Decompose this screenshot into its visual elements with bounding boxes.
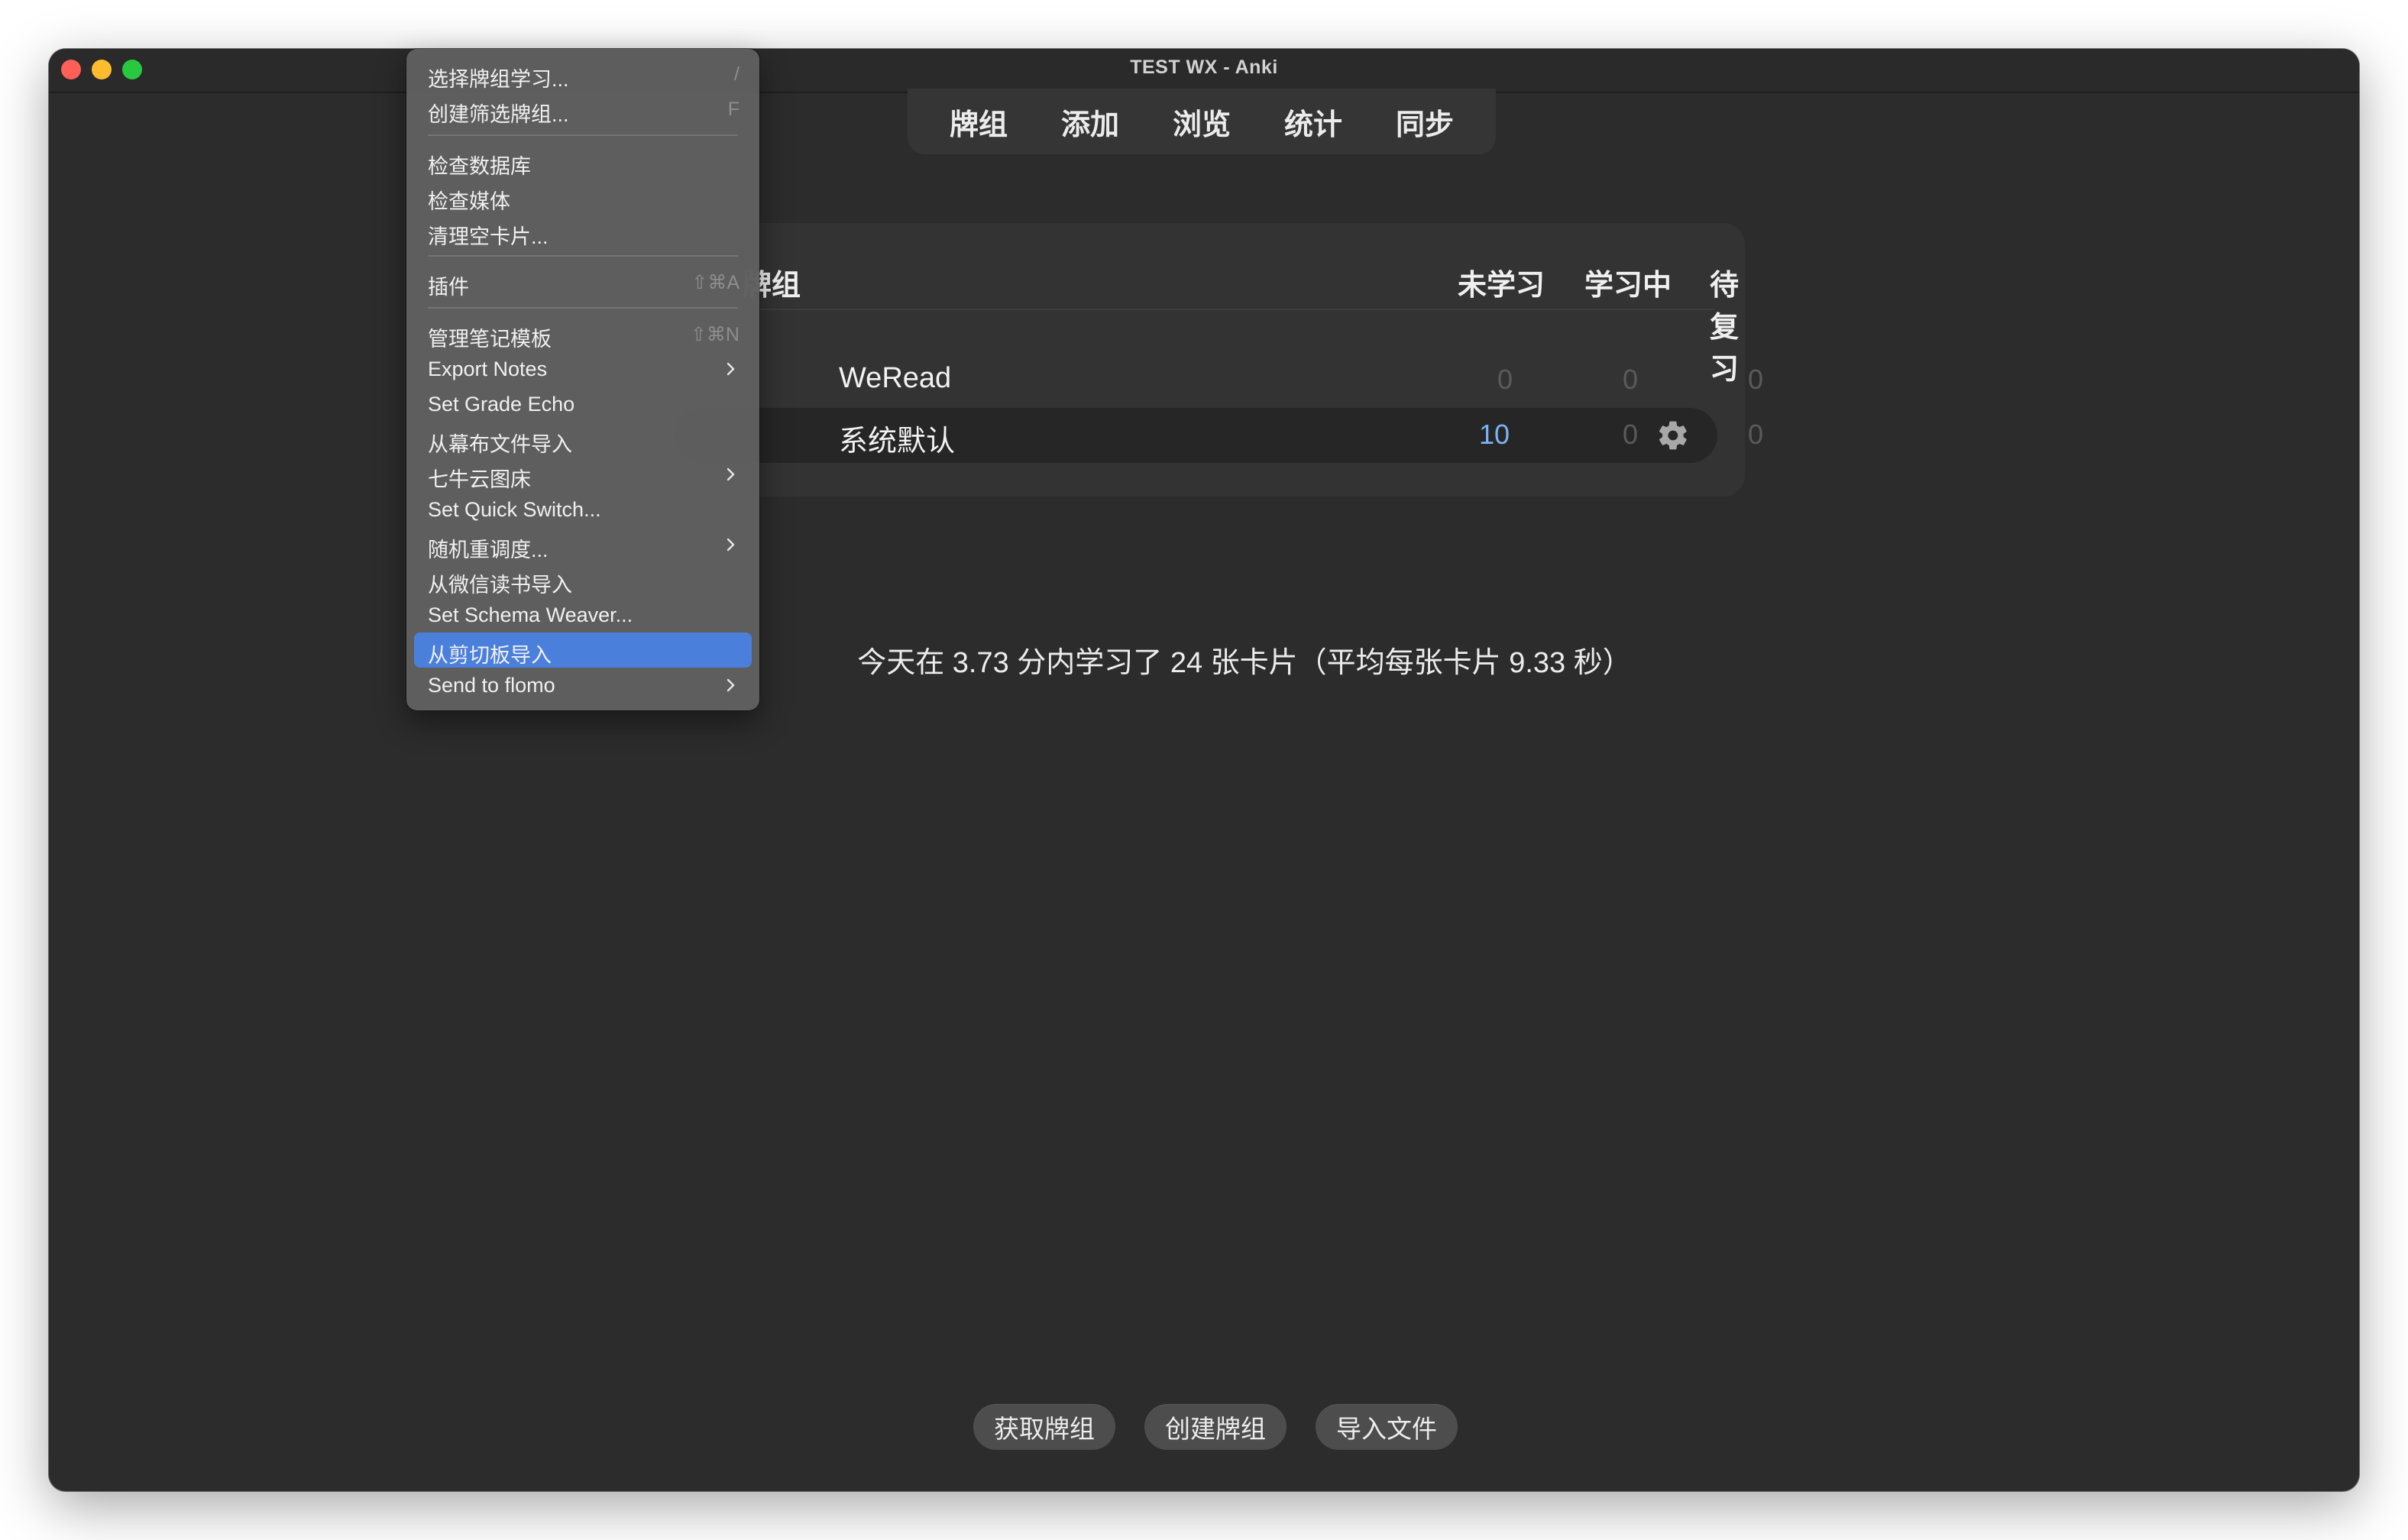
menu-item-study-deck[interactable]: 选择牌组学习... / [414,57,752,92]
due-count: 0 [1747,419,1764,450]
due-count: 0 [1747,364,1764,395]
deck-row-weread[interactable]: WeRead 0 0 0 [674,353,1763,408]
toolbar-decks[interactable]: 牌组 [950,101,1008,143]
title-bar: TEST WX - Anki [49,49,2359,93]
learning-count: 0 [1622,419,1639,450]
menu-item-qiniu-image-host[interactable]: 七牛云图床 [414,457,752,492]
deck-row-default[interactable]: 系统默认 10 0 0 [674,408,1763,463]
shortcut-label: ⇧⌘N [690,324,740,345]
get-shared-deck-button[interactable]: 获取牌组 [973,1404,1115,1450]
chevron-right-icon [727,467,735,481]
toolbar-browse[interactable]: 浏览 [1173,101,1231,143]
menu-item-set-quick-switch[interactable]: Set Quick Switch... [414,492,752,527]
menu-item-check-database[interactable]: 检查数据库 [414,144,752,179]
deck-name[interactable]: WeRead [839,362,951,395]
menu-item-export-notes[interactable]: Export Notes [414,351,752,387]
deck-name[interactable]: 系统默认 [839,417,955,459]
menu-item-check-media[interactable]: 检查媒体 [414,179,752,214]
menu-item-import-weread[interactable]: 从微信读书导入 [414,562,752,597]
menu-separator [428,134,738,136]
new-count: 10 [1478,419,1510,450]
shortcut-label: ⇧⌘A [691,272,740,293]
new-column-header: 未学习 [1458,270,1545,302]
menu-item-manage-note-types[interactable]: 管理笔记模板 ⇧⌘N [414,316,752,351]
menu-item-create-filtered-deck[interactable]: 创建筛选牌组... F [414,92,752,127]
menu-item-addons[interactable]: 插件 ⇧⌘A [414,264,752,299]
menu-item-import-clipboard[interactable]: 从剪切板导入 [414,632,752,668]
new-count: 0 [1497,364,1513,395]
toolbar-sync[interactable]: 同步 [1396,101,1454,143]
menu-separator [428,307,738,309]
tools-dropdown-menu: 选择牌组学习... / 创建筛选牌组... F 检查数据库 检查媒体 清理空卡片… [406,49,759,710]
menu-item-send-to-flomo[interactable]: Send to flomo [414,668,752,703]
shortcut-label: / [734,63,740,85]
chevron-right-icon [727,538,735,552]
shortcut-label: F [727,99,740,120]
main-toolbar: 牌组 添加 浏览 统计 同步 [908,89,1496,154]
menu-separator [428,255,738,257]
anki-window: TEST WX - Anki 牌组 添加 浏览 统计 同步 牌组 未学习 学习中… [49,49,2359,1491]
window-title: TEST WX - Anki [1130,57,1278,78]
menu-item-set-schema-weaver[interactable]: Set Schema Weaver... [414,597,752,632]
menu-item-import-mubu[interactable]: 从幕布文件导入 [414,422,752,457]
create-deck-button[interactable]: 创建牌组 [1144,1404,1287,1450]
learning-count: 0 [1622,364,1639,395]
import-file-button[interactable]: 导入文件 [1316,1404,1458,1450]
menu-item-set-grade-echo[interactable]: Set Grade Echo [414,387,752,422]
learning-column-header: 学习中 [1584,270,1672,302]
deck-list-panel: 牌组 未学习 学习中 待复习 WeRead 0 0 0 系统默认 10 0 0 [674,223,1763,497]
menu-item-empty-cards[interactable]: 清理空卡片... [414,214,752,249]
toolbar-add[interactable]: 添加 [1061,101,1119,143]
chevron-right-icon [727,678,735,692]
chevron-right-icon [727,362,735,376]
study-stats: 今天在 3.73 分内学习了 24 张卡片（平均每张卡片 9.33 秒） [857,647,1632,679]
menu-item-random-reschedule[interactable]: 随机重调度... [414,527,752,562]
header-divider [735,309,1714,310]
gear-icon[interactable] [1656,419,1690,452]
toolbar-stats[interactable]: 统计 [1284,101,1342,143]
